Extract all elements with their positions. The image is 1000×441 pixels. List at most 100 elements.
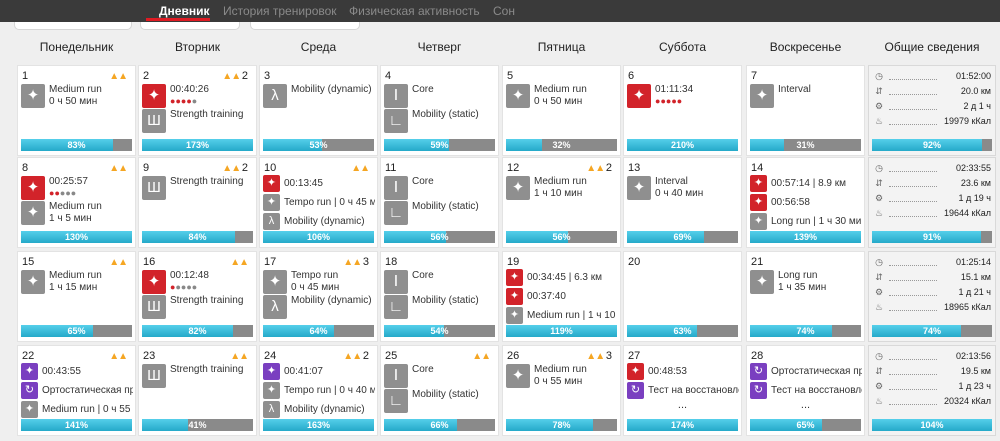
tab-physical-activity[interactable]: Физическая активность [349,4,480,18]
activity-item[interactable]: Ⅰ Core [384,176,498,200]
day-cell[interactable]: 19 ✦ 00:34:45 | 6.3 км ✦ 00:37:40 ✦ Medium run… [502,251,621,342]
day-cell[interactable]: 27✦ 00:48:53 ↻ Тест на восстановление... 174… [623,345,742,436]
activity-item[interactable]: ✦ Medium run 0 ч 50 мин [21,84,135,108]
activity-item[interactable]: ✦ 00:34:45 | 6.3 км [506,269,620,286]
day-cell[interactable]: 13 ✦ Interval 0 ч 40 мин 69% [623,157,742,248]
day-cell[interactable]: 11 Ⅰ Core ∟ Mobility (static) 56% [380,157,499,248]
workout-count-badge[interactable]: ▲▲ [351,162,370,174]
activity-item[interactable]: ✦ Medium run 0 ч 50 мин [506,84,620,108]
activity-item[interactable]: ✦ Long run 1 ч 35 мин [750,270,864,294]
day-cell[interactable]: 6 ✦ 01:11:34 ●●●●● 210% [623,65,742,156]
activity-item[interactable]: ✦ 00:41:07 [263,363,377,380]
tab-training-history[interactable]: История тренировок [223,4,337,18]
tab-sleep[interactable]: Сон [493,4,515,18]
activity-item[interactable]: Ш Strength training [142,295,256,319]
activity-item[interactable]: ✦ Long run | 1 ч 30 мин [750,213,864,230]
day-cell[interactable]: 28↻Ортостатическая проба↻Тест на восстан… [746,345,865,436]
activity-item[interactable]: ✦ Tempo run | 0 ч 45 мин [263,194,377,211]
day-cell[interactable]: 5 ✦ Medium run 0 ч 50 мин 32% [502,65,621,156]
day-cell[interactable]: 20 63% [623,251,742,342]
activity-item[interactable]: Ш Strength training [142,109,256,133]
toolbar-control-left[interactable] [14,22,132,30]
toolbar-control-right[interactable] [250,22,360,30]
more-activities-indicator[interactable]: ... [624,399,741,411]
activity-item[interactable]: ↻ Ортостатическая проба [750,363,864,380]
activity-item[interactable]: λ Mobility (dynamic) [263,84,377,108]
day-cell[interactable]: 2 ▲▲ 2 ✦ 00:40:26 ●●●●● Ш Strength training 173… [138,65,257,156]
activity-item[interactable]: Ⅰ Core [384,270,498,294]
workout-count-badge[interactable]: ▲▲ [109,70,128,82]
activity-item[interactable]: ✦ 00:56:58 [750,194,864,211]
workout-count-badge[interactable]: ▲▲ 3 [343,256,369,268]
activity-item[interactable]: ✦ Medium run 0 ч 55 мин [506,364,620,388]
workout-count-badge[interactable]: ▲▲ [472,350,491,362]
activity-item[interactable]: ✦ Medium run | 0 ч 55 мин [21,401,135,418]
workout-count-badge[interactable]: ▲▲ [109,256,128,268]
day-cell[interactable]: 17 ▲▲ 3 ✦ Tempo run 0 ч 45 мин λ Mobility (dyn… [259,251,378,342]
activity-item[interactable]: ↻ Тест на восстановление [627,382,741,399]
day-cell[interactable]: 25 ▲▲ Ⅰ Core ∟ Mobility (static) 66% [380,345,499,436]
day-cell[interactable]: 10 ▲▲ ✦ 00:13:45 ✦ Tempo run | 0 ч 45 мин λ Mo… [259,157,378,248]
day-cell[interactable]: 26 ▲▲ 3 ✦ Medium run 0 ч 55 мин 78% [502,345,621,436]
day-cell[interactable]: 9 ▲▲ 2 Ш Strength training 84% [138,157,257,248]
day-cell[interactable]: 22 ▲▲ ✦ 00:43:55 ↻ Ортостатическая проба ✦ Med… [17,345,136,436]
activity-item[interactable]: ✦ Medium run 1 ч 5 мин [21,201,135,225]
day-cell[interactable]: 7 ✦ Interval 31% [746,65,865,156]
day-cell[interactable]: 21 ✦ Long run 1 ч 35 мин 74% [746,251,865,342]
activity-item[interactable]: ∟ Mobility (static) [384,201,498,225]
workout-count-badge[interactable]: ▲▲ [109,350,128,362]
activity-item[interactable]: ↻ Ортостатическая проба [21,382,135,399]
week-summary-cell[interactable]: ◷ 02:33:55 ⇵ 23.6 км ⚙ 1 д 19 ч ♨ 19644 кКал 91% [868,157,996,248]
workout-count-badge[interactable]: ▲▲ 2 [222,162,248,174]
activity-item[interactable]: ✦ 00:40:26 ●●●●● [142,84,256,108]
activity-item[interactable]: ✦ 00:48:53 [627,363,741,380]
day-cell[interactable]: 18 Ⅰ Core ∟ Mobility (static) 54% [380,251,499,342]
activity-item[interactable]: ∟ Mobility (static) [384,109,498,133]
activity-item[interactable]: ✦ 01:11:34 ●●●●● [627,84,741,108]
activity-item[interactable]: ∟ Mobility (static) [384,295,498,319]
activity-item[interactable]: ✦ 00:12:48 ●●●●● [142,270,256,294]
day-cell[interactable]: 15 ▲▲ ✦ Medium run 1 ч 15 мин 65% [17,251,136,342]
activity-item[interactable]: λ Mobility (dynamic) [263,401,377,418]
day-cell[interactable]: 4 Ⅰ Core ∟ Mobility (static) 59% [380,65,499,156]
activity-item[interactable]: ✦ Interval 0 ч 40 мин [627,176,741,200]
day-cell[interactable]: 23 ▲▲ Ш Strength training 41% [138,345,257,436]
week-summary-cell[interactable]: ◷ 01:25:14 ⇵ 15.1 км ⚙ 1 д 21 ч ♨ 18965 кКал 74% [868,251,996,342]
workout-count-badge[interactable]: ▲▲ 2 [222,70,248,82]
activity-item[interactable]: ✦ Medium run | 1 ч 10 мин [506,307,620,324]
day-cell[interactable]: 3 λ Mobility (dynamic) 53% [259,65,378,156]
activity-item[interactable]: Ⅰ Core [384,84,498,108]
activity-item[interactable]: ✦ 00:37:40 [506,288,620,305]
activity-item[interactable]: ✦ 00:13:45 [263,175,377,192]
day-cell[interactable]: 24 ▲▲ 2 ✦ 00:41:07 ✦ Tempo run | 0 ч 40 мин λM… [259,345,378,436]
workout-count-badge[interactable]: ▲▲ 2 [343,350,369,362]
workout-count-badge[interactable]: ▲▲ [109,162,128,174]
activity-item[interactable]: ✦ Medium run 1 ч 10 мин [506,176,620,200]
activity-item[interactable]: Ⅰ Core [384,364,498,388]
activity-item[interactable]: ✦ Medium run 1 ч 15 мин [21,270,135,294]
day-cell[interactable]: 14 ✦ 00:57:14 | 8.9 км ✦ 00:56:58 ✦ Long run |… [746,157,865,248]
activity-item[interactable]: ✦ Tempo run 0 ч 45 мин [263,270,377,294]
workout-count-badge[interactable]: ▲▲ 3 [586,350,612,362]
activity-item[interactable]: Ш Strength training [142,176,256,200]
week-summary-cell[interactable]: ◷ 01:52:00 ⇵ 20.0 км ⚙ 2 д 1 ч ♨ 19979 кКал 92% [868,65,996,156]
workout-count-badge[interactable]: ▲▲ [230,256,249,268]
activity-item[interactable]: ∟ Mobility (static) [384,389,498,413]
week-summary-cell[interactable]: ◷ 02:13:56 ⇵ 19.5 км ⚙ 1 д 23 ч ♨ 20324 кКал 104… [868,345,996,436]
day-cell[interactable]: 16 ▲▲ ✦ 00:12:48 ●●●●● Ш Strength training 82% [138,251,257,342]
activity-item[interactable]: ✦ 00:43:55 [21,363,135,380]
day-cell[interactable]: 1 ▲▲ ✦ Medium run 0 ч 50 мин 83% [17,65,136,156]
activity-item[interactable]: λ Mobility (dynamic) [263,213,377,230]
activity-item[interactable]: ✦ Interval [750,84,864,108]
workout-count-badge[interactable]: ▲▲ 2 [586,162,612,174]
day-cell[interactable]: 12 ▲▲ 2 ✦ Medium run 1 ч 10 мин 56% [502,157,621,248]
workout-count-badge[interactable]: ▲▲ [230,350,249,362]
activity-item[interactable]: λ Mobility (dynamic) [263,295,377,319]
activity-item[interactable]: ✦ 00:25:57 ●●●●● [21,176,135,200]
toolbar-control-middle[interactable] [140,22,240,30]
tab-diary[interactable]: Дневник [159,4,209,18]
day-cell[interactable]: 8 ▲▲ ✦ 00:25:57 ●●●●● ✦ Medium run 1 ч 5 мин 13… [17,157,136,248]
activity-item[interactable]: Ш Strength training [142,364,256,388]
more-activities-indicator[interactable]: ... [747,399,864,411]
activity-item[interactable]: ✦ 00:57:14 | 8.9 км [750,175,864,192]
